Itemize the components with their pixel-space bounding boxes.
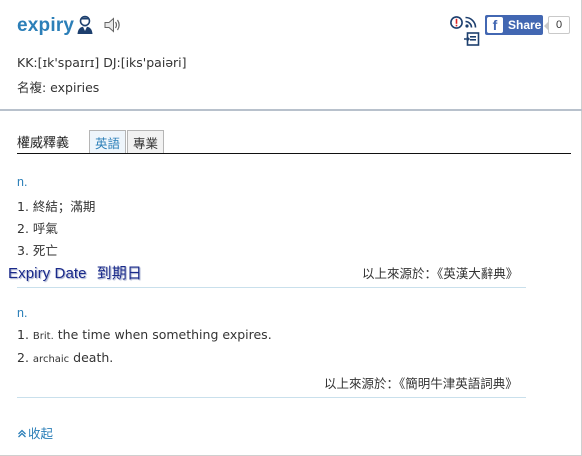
collapse-link[interactable]: 收起 — [17, 423, 53, 442]
source-citation: 以上來源於：《簡明牛津英語詞典》 — [324, 376, 518, 391]
share-label: Share — [508, 18, 542, 32]
definition-text: the time when something expires. — [57, 327, 272, 342]
tab-bar: 權威釋義 英語 專業 — [17, 130, 571, 154]
share-count: 0 — [544, 16, 570, 34]
definition-item: 2. archaic death. — [17, 350, 113, 365]
header-divider — [0, 109, 582, 111]
plural-form: 名複: expiries — [17, 80, 100, 95]
overlay-english: Expiry Date — [8, 265, 87, 282]
usage-label: Brit. — [32, 331, 54, 342]
definition-item: 1. 終結；滿期 — [17, 199, 96, 214]
source-citation: 以上來源於：《英漢大辭典》 — [362, 266, 519, 281]
tab-english[interactable]: 英語 — [89, 130, 127, 153]
dictionary-panel: expiry f Share 0 KK:[ɪk'spaɪrɪ] DJ:[iks'… — [0, 0, 582, 456]
overlay-chinese: 到期日 — [96, 264, 142, 282]
section-divider — [17, 397, 526, 398]
usage-label: archaic — [32, 354, 70, 365]
facebook-share-button[interactable]: f Share — [485, 15, 543, 35]
section-divider — [17, 287, 526, 288]
definition-item: 1. Brit. the time when something expires… — [17, 327, 272, 342]
message-icon[interactable] — [464, 32, 480, 46]
definition-item: 2. 呼氣 — [17, 221, 58, 236]
rss-icon[interactable] — [465, 16, 477, 28]
warning-icon[interactable] — [450, 16, 463, 29]
speaker-icon[interactable] — [104, 17, 122, 33]
pronunciation: KK:[ɪk'spaɪrɪ] DJ:[iks'paiəri] — [17, 55, 187, 70]
definition-number: 1. — [17, 327, 29, 342]
tab-professional[interactable]: 專業 — [127, 130, 165, 153]
definition-number: 2. — [17, 350, 29, 365]
headword: expiry — [17, 15, 75, 36]
tab-bar-title: 權威釋義 — [17, 136, 70, 151]
overlay-caption: Expiry Date 到期日 — [8, 262, 142, 283]
part-of-speech: n. — [17, 306, 28, 320]
part-of-speech: n. — [17, 175, 28, 189]
collapse-label: 收起 — [28, 426, 54, 441]
collapse-icon — [18, 429, 26, 437]
definition-text: death. — [73, 350, 114, 365]
person-icon[interactable] — [76, 15, 94, 35]
definition-item: 3. 死亡 — [17, 243, 58, 258]
facebook-icon: f — [487, 17, 503, 33]
